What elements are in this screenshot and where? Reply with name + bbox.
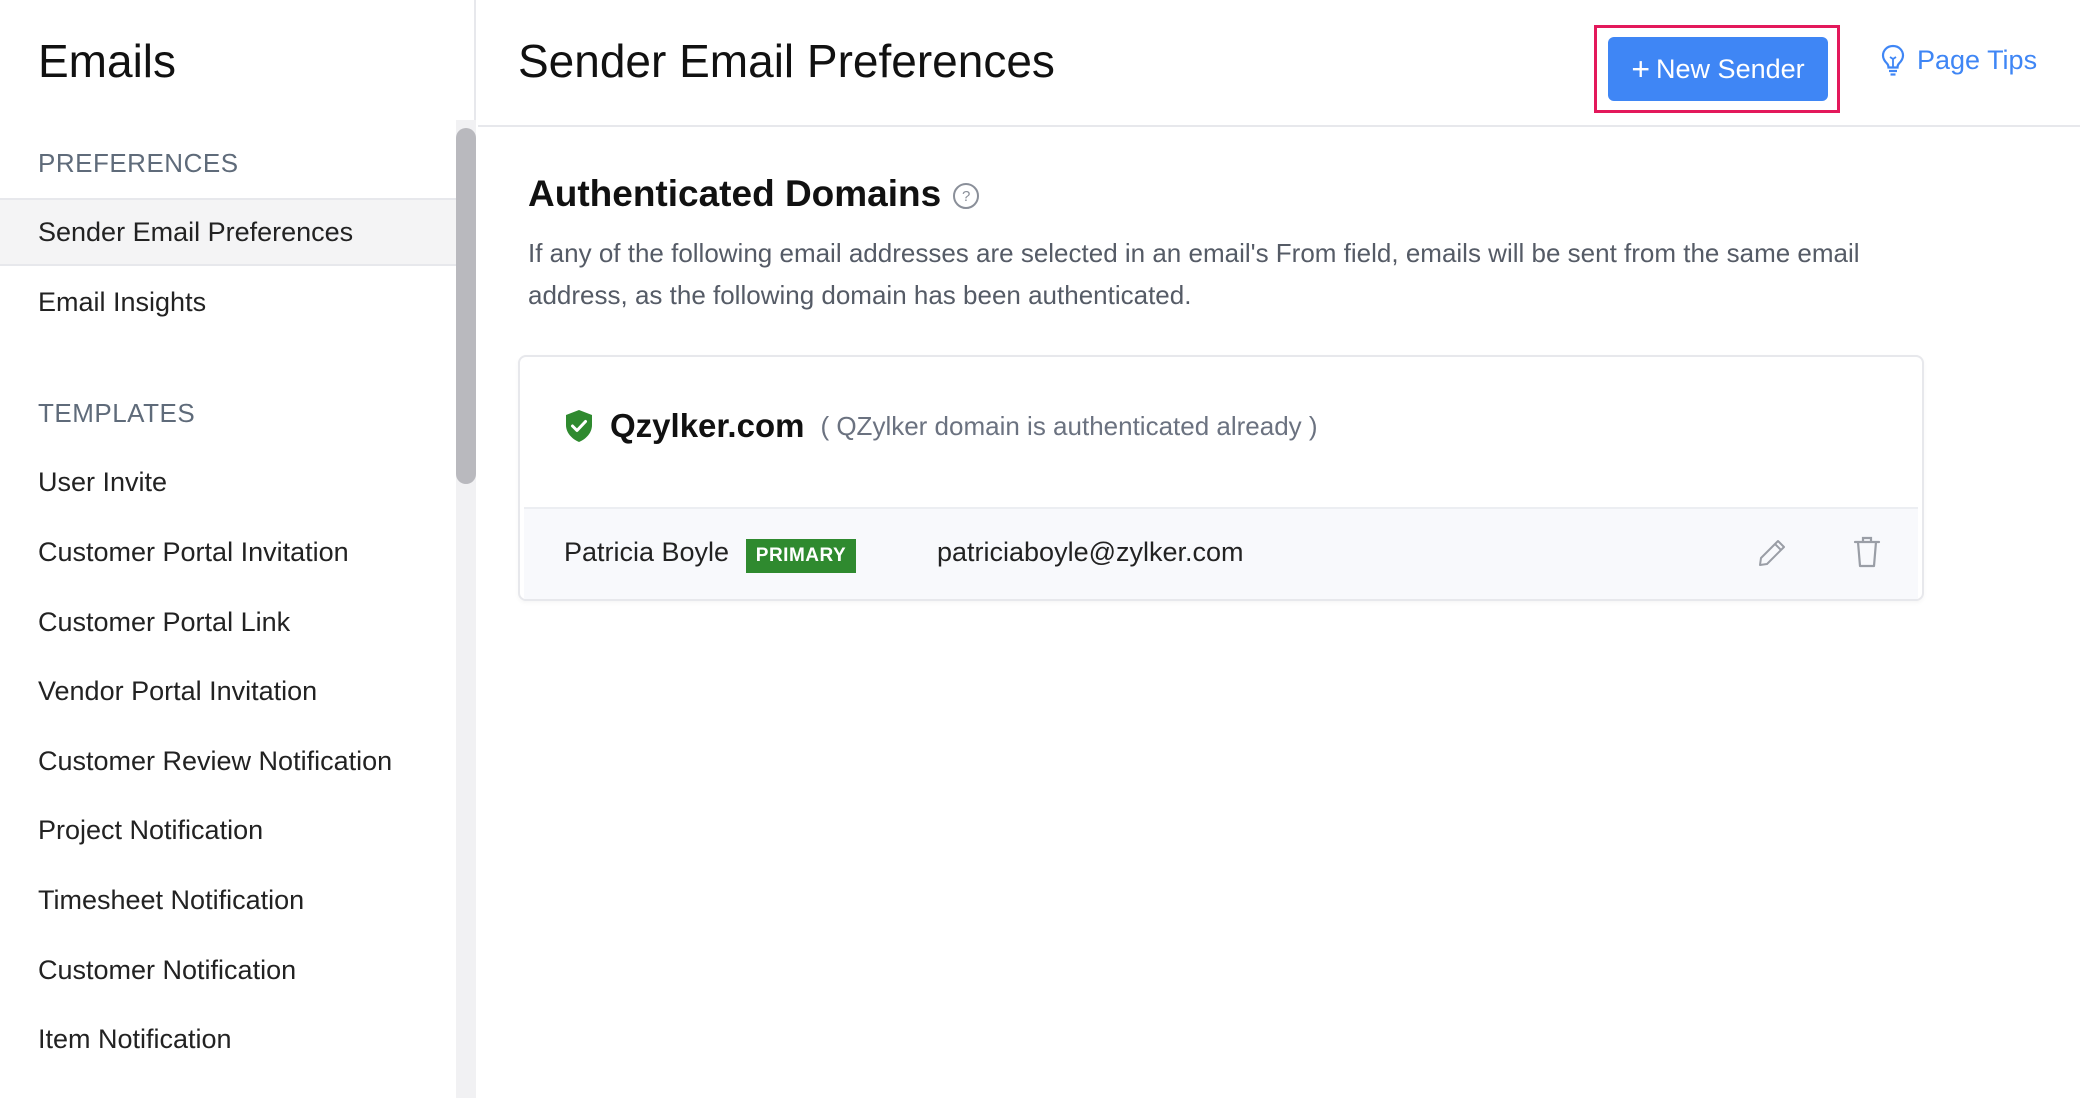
- sidebar-item-user-invite[interactable]: User Invite: [0, 448, 456, 516]
- sender-email: patriciaboyle@zylker.com: [937, 537, 1244, 567]
- section-label-preferences: PREFERENCES: [38, 148, 239, 178]
- sidebar-item-item-notification[interactable]: Item Notification: [0, 1005, 456, 1073]
- sidebar-item-customer-portal-link[interactable]: Customer Portal Link: [0, 588, 456, 656]
- sidebar: Emails PREFERENCES Sender Email Preferen…: [0, 0, 476, 1098]
- section-description: If any of the following email addresses …: [528, 238, 1860, 310]
- sender-name: Patricia Boyle: [564, 537, 730, 567]
- primary-badge: PRIMARY: [746, 539, 856, 573]
- verified-shield-icon: [566, 410, 592, 442]
- page-tips-link[interactable]: Page Tips: [1881, 44, 2037, 76]
- sidebar-scrollbar-thumb[interactable]: [456, 128, 476, 484]
- pencil-icon[interactable]: [1756, 537, 1788, 569]
- domain-name: Qzylker.com: [610, 407, 805, 444]
- sidebar-item-sender-email-preferences[interactable]: Sender Email Preferences: [0, 198, 456, 266]
- page-title: Sender Email Preferences: [518, 35, 1055, 87]
- sidebar-title: Emails: [38, 35, 177, 87]
- plus-icon: +: [1631, 51, 1651, 87]
- section-title-text: Authenticated Domains: [528, 173, 942, 214]
- sidebar-item-customer-portal-invitation[interactable]: Customer Portal Invitation: [0, 518, 456, 586]
- domain-header: Qzylker.com ( QZylker domain is authenti…: [564, 407, 1318, 445]
- sidebar-item-customer-review-notification[interactable]: Customer Review Notification: [0, 727, 456, 795]
- lightbulb-icon: [1881, 44, 1905, 76]
- new-sender-label: New Sender: [1656, 53, 1805, 84]
- sidebar-item-project-notification[interactable]: Project Notification: [0, 796, 456, 864]
- sidebar-item-email-insights[interactable]: Email Insights: [0, 268, 456, 336]
- domain-note: ( QZylker domain is authenticated alread…: [820, 410, 1318, 441]
- help-circle-icon[interactable]: ?: [953, 183, 980, 209]
- new-sender-button[interactable]: + New Sender: [1608, 37, 1828, 101]
- main-content: Authenticated Domains ? If any of the fo…: [478, 127, 2080, 1098]
- trash-icon[interactable]: [1852, 535, 1882, 569]
- sidebar-item-customer-notification[interactable]: Customer Notification: [0, 936, 456, 1004]
- sidebar-item-timesheet-notification[interactable]: Timesheet Notification: [0, 866, 456, 934]
- page-header: Sender Email Preferences + New Sender Pa…: [478, 0, 2080, 127]
- domain-card: Qzylker.com ( QZylker domain is authenti…: [518, 355, 1924, 601]
- sidebar-item-vendor-portal-invitation[interactable]: Vendor Portal Invitation: [0, 657, 456, 725]
- page-tips-label: Page Tips: [1917, 44, 2038, 75]
- sender-row: Patricia Boyle PRIMARY patriciaboyle@zyl…: [524, 507, 1918, 599]
- section-label-templates: TEMPLATES: [38, 398, 196, 428]
- authenticated-domains-heading: Authenticated Domains ?: [528, 173, 980, 215]
